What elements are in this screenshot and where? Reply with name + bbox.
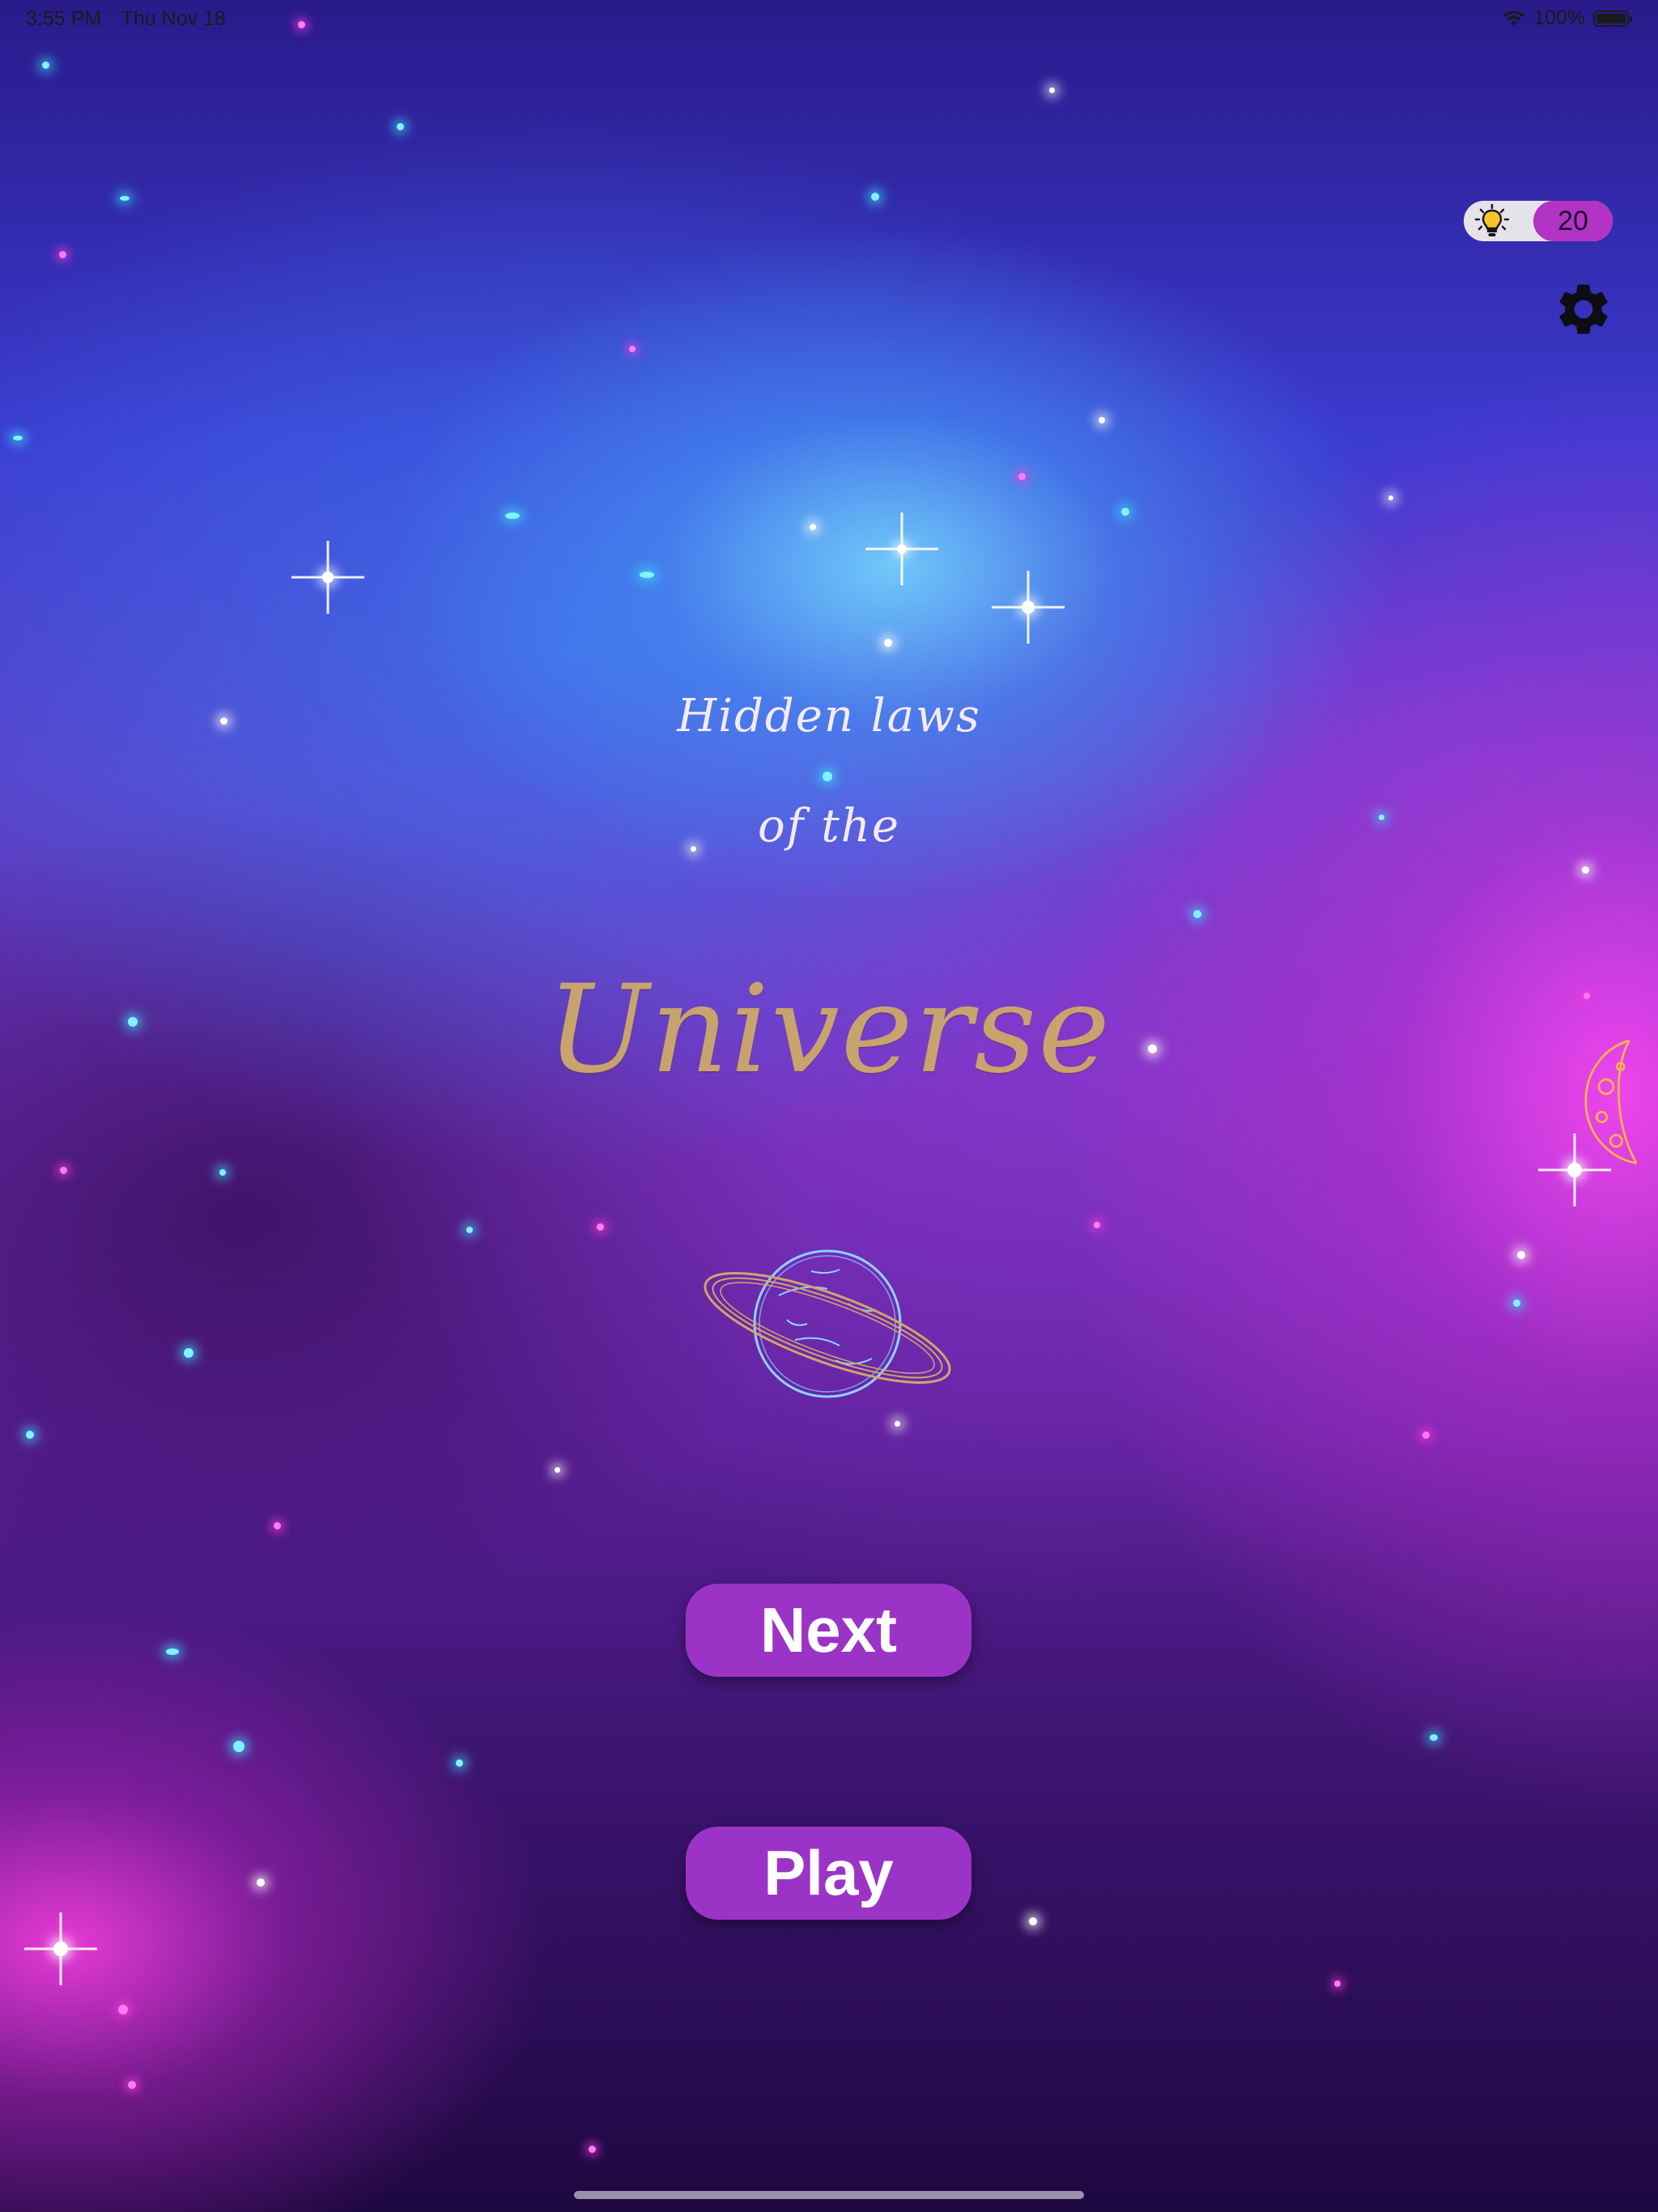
status-indicators: 100%: [1503, 6, 1632, 30]
title-line-2: of the: [758, 800, 900, 853]
status-date: Thu Nov 18: [121, 7, 226, 30]
hint-counter[interactable]: 20: [1464, 201, 1613, 241]
gear-icon[interactable]: [1553, 279, 1614, 340]
status-bar: 3:55 PM Thu Nov 18 100%: [0, 0, 1658, 37]
wifi-icon: [1503, 10, 1525, 26]
title-line-1: Hidden laws: [677, 690, 981, 742]
status-time-date: 3:55 PM Thu Nov 18: [26, 7, 240, 31]
status-time: 3:55 PM: [26, 7, 102, 30]
battery-percentage: 100%: [1533, 6, 1585, 29]
next-button[interactable]: Next: [686, 1584, 971, 1677]
hint-count: 20: [1558, 205, 1588, 236]
saturn-planet-icon: [704, 1249, 951, 1398]
lightbulb-icon: [1474, 203, 1510, 236]
home-indicator[interactable]: [574, 2191, 1084, 2199]
battery-icon: [1593, 10, 1632, 27]
moon-icon: [1584, 1039, 1638, 1164]
hint-count-badge: 20: [1533, 201, 1613, 241]
play-button[interactable]: Play: [686, 1827, 971, 1920]
title-universe: Universe: [546, 959, 1112, 1100]
